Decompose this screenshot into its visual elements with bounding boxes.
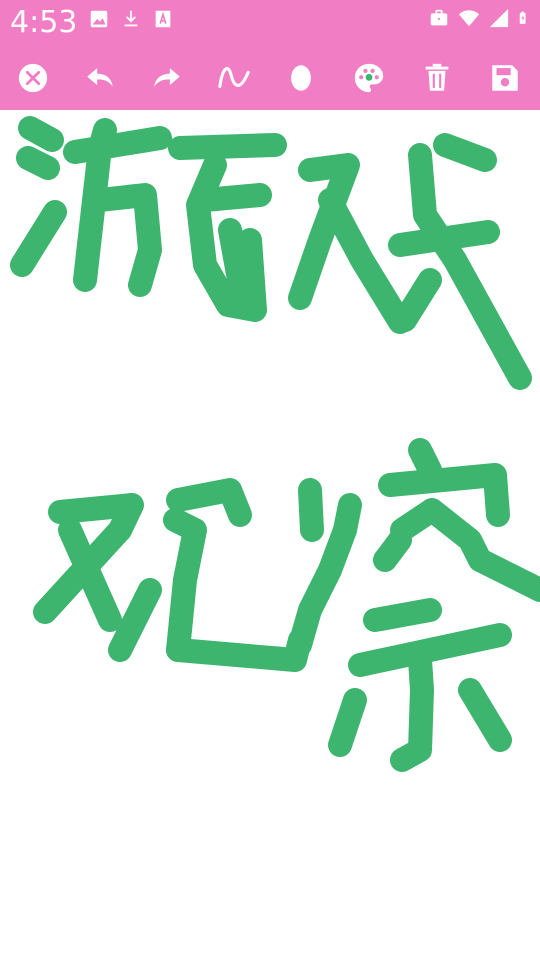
status-notification-icons [88,8,174,30]
toolbar [0,46,540,110]
undo-icon [87,68,113,87]
undo-button[interactable] [77,55,123,101]
status-time: 4:53 [10,5,78,40]
image-icon [90,10,108,28]
drawing-canvas[interactable] [0,110,540,960]
ellipse-icon [291,65,311,91]
brush-strokes [10,116,540,772]
brush-button[interactable] [211,55,257,101]
font-icon [155,10,171,28]
redo-button[interactable] [144,55,190,101]
save-icon [492,65,518,91]
close-icon [18,63,48,93]
save-button[interactable] [482,55,528,101]
trash-icon [425,63,449,91]
close-button[interactable] [10,55,56,101]
signal-icon [489,8,509,28]
handwriting-drawing [10,116,540,772]
battery-icon [519,11,526,24]
eraser-button[interactable] [278,55,324,101]
download-icon [124,10,138,27]
color-button[interactable] [346,55,392,101]
status-system-icons [428,7,532,29]
clear-button[interactable] [414,55,460,101]
briefcase-icon [430,9,448,26]
redo-icon [154,68,180,87]
status-bar: 4:53 [0,0,540,46]
palette-icon [354,63,384,93]
wifi-icon [458,10,480,27]
wave-icon [218,66,250,89]
